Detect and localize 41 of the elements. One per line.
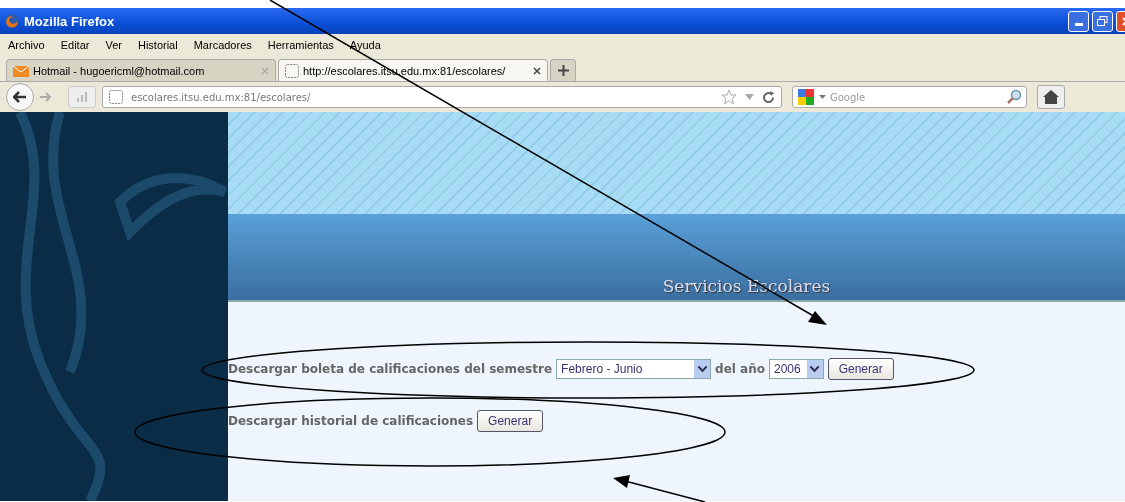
semester-dropdown[interactable]: Febrero - Junio xyxy=(556,359,712,379)
new-tab-button[interactable] xyxy=(550,59,576,81)
dropdown-arrow-icon[interactable] xyxy=(819,95,826,99)
restore-button[interactable] xyxy=(1092,10,1113,32)
envelope-icon xyxy=(13,63,29,78)
blank-page-icon xyxy=(109,90,123,104)
menu-item[interactable]: Historial xyxy=(137,38,178,51)
back-button[interactable] xyxy=(6,83,34,111)
form-label: Descargar boleta de calificaciones del semestre xyxy=(228,362,553,376)
back-arrow-icon xyxy=(13,91,27,103)
search-icon[interactable] xyxy=(1006,89,1022,105)
minimize-button[interactable] xyxy=(1068,10,1089,32)
generate-button[interactable]: Generar xyxy=(477,410,544,432)
restore-icon xyxy=(1097,16,1108,26)
browser-logo-icon xyxy=(4,13,20,29)
form-label: del año xyxy=(715,362,765,376)
plus-icon xyxy=(557,65,569,76)
window-title: Mozilla Firefox xyxy=(24,13,115,29)
menu-item[interactable]: Ver xyxy=(105,38,122,51)
year-dropdown[interactable]: 2006 xyxy=(768,359,824,379)
menu-item[interactable]: Marcadores xyxy=(193,38,252,51)
star-icon[interactable] xyxy=(721,89,737,105)
browser-tab[interactable]: Hotmail - hugoericml@hotmail.com xyxy=(6,59,276,81)
home-icon xyxy=(1043,90,1059,104)
minimize-icon xyxy=(1074,22,1083,26)
tab-title: Hotmail - hugoericml@hotmail.com xyxy=(33,64,205,77)
search-engine-icon[interactable] xyxy=(797,88,815,106)
home-button[interactable] xyxy=(1037,85,1065,109)
search-placeholder: Google xyxy=(830,91,867,103)
form-label: Descargar historial de calificaciones xyxy=(228,414,474,428)
close-icon[interactable] xyxy=(533,66,541,75)
address-bar[interactable]: escolares.itsu.edu.mx:81/escolares/ xyxy=(102,86,782,108)
reload-icon[interactable] xyxy=(762,90,775,104)
blank-page-icon xyxy=(285,63,299,78)
menu-item[interactable]: Editar xyxy=(60,38,90,51)
bar-chart-icon xyxy=(76,92,88,102)
address-text: escolares.itsu.edu.mx:81/escolares/ xyxy=(131,91,312,103)
menu-item[interactable]: Archivo xyxy=(8,38,45,51)
menu-item[interactable]: Ayuda xyxy=(349,38,381,51)
generate-button[interactable]: Generar xyxy=(827,358,894,380)
menu-item[interactable]: Herramientas xyxy=(267,38,334,51)
